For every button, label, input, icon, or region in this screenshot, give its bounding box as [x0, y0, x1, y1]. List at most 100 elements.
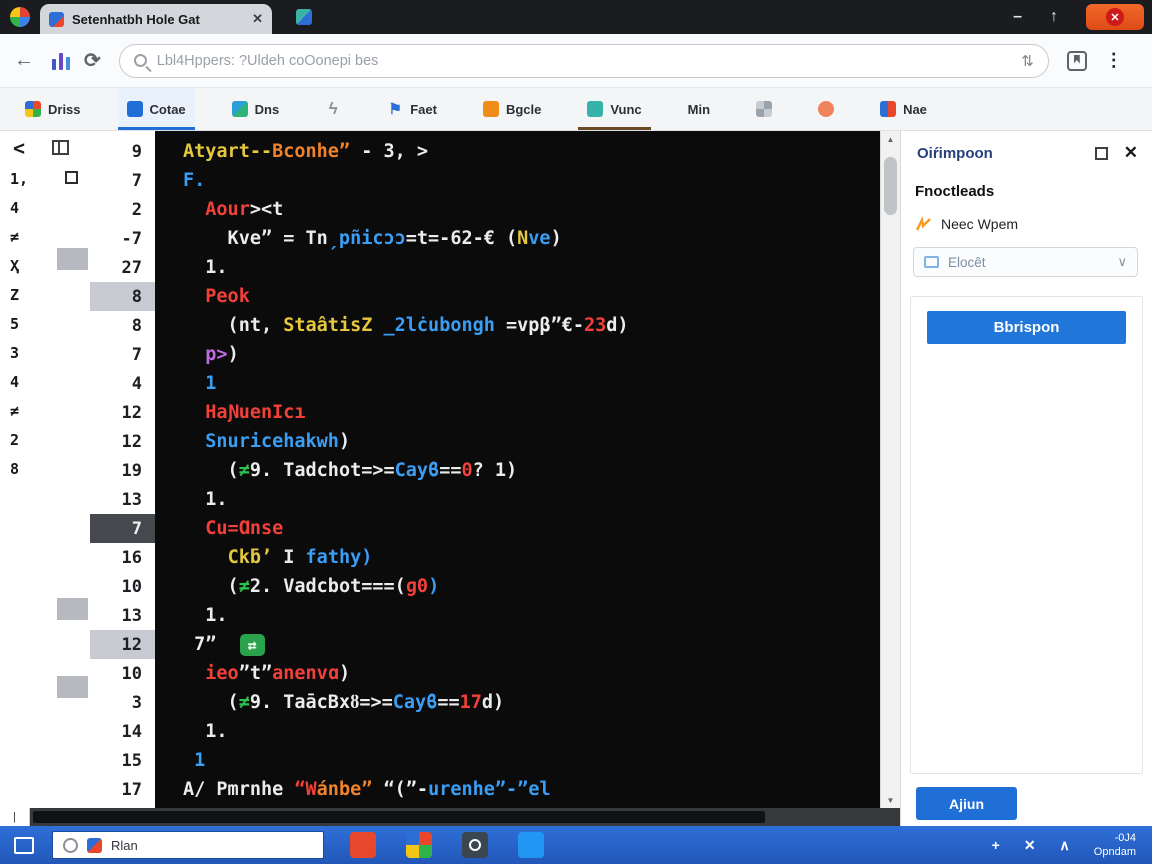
bookmark-item-faet[interactable]: ⚑ Faet — [378, 88, 446, 130]
line-number[interactable]: 4 — [90, 369, 155, 398]
code-line[interactable]: ieo”t”anenvɑ) — [155, 659, 880, 688]
bookmark-item-cotae[interactable]: Cotae — [117, 88, 195, 130]
browser-logo-icon[interactable] — [10, 7, 30, 27]
horizontal-scrollbar[interactable]: | — [0, 808, 900, 826]
file-dropdown[interactable]: Elocêt ∨ — [913, 247, 1138, 277]
code-line[interactable]: 1. — [155, 601, 880, 630]
scroll-down-icon[interactable]: ▼ — [881, 792, 900, 808]
checkbox[interactable] — [65, 171, 78, 184]
bookmark-item-driss[interactable]: Driss — [16, 88, 90, 130]
code-line[interactable]: Aour><t — [155, 195, 880, 224]
code-line[interactable]: (≠9. TaācBxȣ=>=Cayϐ==17d) — [155, 688, 880, 717]
line-number[interactable]: 19 — [90, 456, 155, 485]
url-input[interactable]: Lbl4Hppers: ?Uldeh coOonepi bes ⇅ — [118, 43, 1049, 78]
line-number[interactable]: 13 — [90, 601, 155, 630]
tray-clock[interactable]: -0J4 Opndam — [1094, 831, 1136, 859]
office-app-icon[interactable] — [350, 832, 376, 858]
code-line[interactable]: 1 — [155, 746, 880, 775]
bookmark-save-icon[interactable] — [1066, 50, 1087, 71]
code-line[interactable]: 1. — [155, 717, 880, 746]
grid-app-icon[interactable] — [406, 832, 432, 858]
split-view-icon[interactable] — [52, 140, 69, 155]
line-number[interactable]: 7 — [90, 166, 155, 195]
code-line[interactable]: HaƝuenIcı — [155, 398, 880, 427]
code-token: =vpβ”€- — [506, 315, 584, 336]
code-line[interactable]: 1. — [155, 253, 880, 282]
code-line[interactable]: F. — [155, 166, 880, 195]
scroll-up-icon[interactable]: ▲ — [881, 131, 900, 147]
back-icon[interactable]: ← — [14, 49, 34, 72]
line-number[interactable]: 27 — [90, 253, 155, 282]
vertical-scrollbar[interactable]: ▲ ▼ — [880, 131, 900, 808]
line-number[interactable]: 3 — [90, 688, 155, 717]
line-number[interactable]: 12 — [90, 630, 155, 659]
line-number[interactable]: 14 — [90, 717, 155, 746]
line-number[interactable]: 2 — [90, 195, 155, 224]
reading-list-icon[interactable] — [52, 52, 70, 70]
code-line[interactable]: 1 — [155, 369, 880, 398]
maximize-icon[interactable]: ↑ — [1050, 8, 1058, 26]
window-close-button[interactable]: ✕ — [1086, 4, 1144, 30]
chevron-up-icon[interactable]: ∧ — [1060, 837, 1070, 854]
code-line[interactable]: Kve” = Tnˏpñicɔɔ=t=-62-€ (Nve) — [155, 224, 880, 253]
code-line[interactable]: p>) — [155, 340, 880, 369]
run-button[interactable]: Ajiun — [916, 787, 1017, 820]
menu-dots-icon[interactable]: ⋮ — [1105, 50, 1123, 71]
bookmark-item-bgcle[interactable]: Bgcle — [474, 88, 550, 130]
code-line[interactable]: 7” ⇄ — [155, 630, 880, 659]
code-line[interactable]: (nt, StaâtisZ _2lċubongh =vpβ”€-23d) — [155, 311, 880, 340]
bookmark-item-min[interactable]: Min — [679, 88, 719, 130]
blue-app-icon[interactable] — [518, 832, 544, 858]
pinned-tab-icon[interactable] — [296, 9, 312, 25]
line-number[interactable]: 13 — [90, 485, 155, 514]
line-number[interactable]: 7 — [90, 340, 155, 369]
code-line[interactable]: Atyart--Bconhe” - 3, > — [155, 137, 880, 166]
bookmark-item-dns[interactable]: Dns — [223, 88, 289, 130]
horizontal-scrollbar-thumb[interactable] — [33, 811, 765, 823]
line-number[interactable]: 12 — [90, 427, 155, 456]
taskbar-search-input[interactable]: Rlan — [52, 831, 324, 859]
panel-close-icon[interactable]: ✕ — [1124, 143, 1138, 163]
tab-close-icon[interactable]: ✕ — [252, 11, 263, 27]
new-item-link[interactable]: Neec Wpem — [901, 200, 1152, 232]
code-line[interactable]: Cu=Ɑnse — [155, 514, 880, 543]
primary-button[interactable]: Bbrispon — [927, 311, 1126, 344]
line-number[interactable]: 8 — [90, 311, 155, 340]
line-number[interactable]: 7 — [90, 514, 155, 543]
line-number[interactable]: 10 — [90, 572, 155, 601]
camera-app-icon[interactable] — [462, 832, 488, 858]
line-number[interactable]: 17 — [90, 775, 155, 804]
code-line[interactable]: (≠2. Vadcbot===(ɡ0) — [155, 572, 880, 601]
bookmark-item[interactable]: ϟ — [316, 88, 350, 130]
code-editor[interactable]: Atyart--Bconhe” - 3, > F. Aour><t Kve” = … — [155, 131, 880, 808]
code-line[interactable]: A/ Pmrnhe “Wánbe” “(”-urenhe”-”el — [155, 775, 880, 804]
line-number[interactable]: 9 — [90, 137, 155, 166]
line-number[interactable]: -7 — [90, 224, 155, 253]
code-token: ≠ — [238, 576, 250, 597]
bookmark-item-nae[interactable]: Nae — [871, 88, 936, 130]
bookmark-item[interactable] — [809, 88, 843, 130]
close-icon[interactable]: ✕ — [1024, 837, 1036, 854]
line-number[interactable]: 12 — [90, 398, 155, 427]
code-line[interactable]: Ckƃ’ I fathy) — [155, 543, 880, 572]
code-line[interactable]: (≠9. Tadchot=>=Cayϐ==0? 1) — [155, 456, 880, 485]
bookmark-item-vunc[interactable]: Vunc — [578, 88, 650, 130]
orange-bookmark-icon — [482, 101, 499, 117]
line-number[interactable]: 10 — [90, 659, 155, 688]
bookmark-item[interactable] — [747, 88, 781, 130]
browser-tab[interactable]: Setenhatbh Hole Gat ✕ — [40, 4, 272, 34]
refresh-icon[interactable]: ⟳ — [84, 48, 101, 73]
line-number[interactable]: 16 — [90, 543, 155, 572]
scrollbar-thumb[interactable] — [884, 157, 897, 215]
code-line[interactable]: Snuricehakwh) — [155, 427, 880, 456]
plus-icon[interactable]: + — [992, 837, 1000, 854]
line-number[interactable]: 8 — [90, 282, 155, 311]
panel-maximize-icon[interactable] — [1094, 146, 1108, 160]
task-view-icon[interactable] — [14, 836, 34, 854]
code-line[interactable]: 1. — [155, 485, 880, 514]
code-line[interactable]: Peok — [155, 282, 880, 311]
sort-arrows-icon[interactable]: ⇅ — [1021, 52, 1034, 70]
collapse-chevron-icon[interactable]: < — [13, 136, 25, 160]
minimize-icon[interactable]: – — [1013, 8, 1022, 26]
line-number[interactable]: 15 — [90, 746, 155, 775]
